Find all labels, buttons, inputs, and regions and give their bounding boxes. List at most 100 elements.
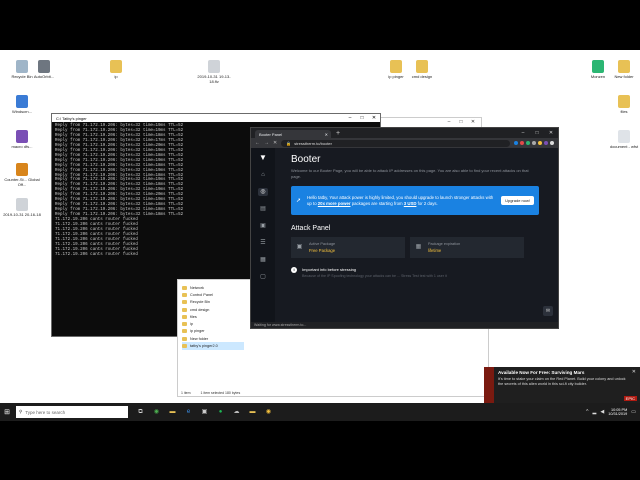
desktop-icon[interactable]: document - wfst xyxy=(604,130,640,149)
chrome-active-icon[interactable]: ◉ xyxy=(262,406,275,418)
desktop-icon[interactable]: 2019-10-31 20-16-18 xyxy=(2,198,42,217)
cmd-titlebar[interactable]: C:\ Tatby's pinger – □ ✕ xyxy=(52,114,380,122)
explorer-nav-list: Network Control Panel Recycle Bin cmd desig… xyxy=(182,284,244,350)
desktop-icon[interactable]: ip xyxy=(96,60,136,79)
notification-toast[interactable]: Available Now For Free: Surviving Mars I… xyxy=(484,367,640,403)
close-icon[interactable]: ✕ xyxy=(368,115,380,121)
explorer-item[interactable]: ip xyxy=(182,320,244,327)
support-icon[interactable]: ▦ xyxy=(258,256,268,264)
maximize-icon[interactable]: □ xyxy=(455,119,467,125)
explorer-item[interactable]: tatby's pinger2.0 xyxy=(182,342,244,350)
desktop-icon[interactable]: AutoOrbit... xyxy=(24,60,64,79)
site-logo-icon[interactable]: ▼ xyxy=(259,154,267,162)
desktop: Recycle Bin AutoOrbit... ip 2019-10-31 19-1… xyxy=(0,50,640,403)
chrome-icon[interactable]: ◉ xyxy=(150,406,163,418)
maximize-icon[interactable]: □ xyxy=(356,115,368,121)
booter-icon[interactable]: ◎ xyxy=(258,188,268,196)
chevron-up-icon[interactable]: ^ xyxy=(586,409,588,415)
page-sidebar: ▼ ⌂ ◎ ▤ ▣ ☰ ▦ ▢ xyxy=(251,148,275,322)
desktop-icon[interactable]: macro dfs... xyxy=(2,130,42,149)
file-icon xyxy=(592,60,604,73)
users-icon[interactable]: ☰ xyxy=(258,239,268,247)
desktop-icon-label: macro dfs... xyxy=(11,144,33,149)
toast-title: Available Now For Free: Surviving Mars xyxy=(498,370,585,375)
close-icon[interactable]: ✕ xyxy=(544,128,558,138)
reload-icon[interactable]: ✕ xyxy=(273,140,277,146)
minimize-icon[interactable]: – xyxy=(443,119,455,125)
package-icon: ▣ xyxy=(296,244,303,250)
notice-text-bold: 20x more power xyxy=(317,200,351,206)
explorer-item-label: tatby's pinger2.0 xyxy=(190,344,218,349)
maximize-icon[interactable]: □ xyxy=(530,128,544,138)
game-thumbnail xyxy=(484,367,494,403)
info-icon: i xyxy=(291,267,297,273)
desktop-icon-label: Counter-St... Global Off... xyxy=(4,177,40,187)
minimize-icon[interactable]: – xyxy=(516,128,530,138)
folder-icon[interactable]: ▬ xyxy=(246,406,259,418)
folder-icon xyxy=(182,322,187,327)
attack-panel-title: Attack Panel xyxy=(291,225,331,232)
spotify-icon[interactable]: ● xyxy=(214,406,227,418)
messages-icon[interactable]: ▢ xyxy=(258,273,268,281)
cart-icon[interactable]: ▤ xyxy=(258,205,268,213)
desktop-icon[interactable]: 2019-10-31 19-13-18.flv xyxy=(194,60,234,84)
file-icon xyxy=(618,60,630,73)
extension-icon[interactable] xyxy=(526,141,530,145)
explorer-icon[interactable]: ▬ xyxy=(166,406,179,418)
explorer-item[interactable]: New folder xyxy=(182,335,244,342)
tab-booter-panel[interactable]: Booter Panel ✕ xyxy=(255,130,331,138)
clock[interactable]: 10:05 PM 10/31/2019 xyxy=(608,408,627,417)
windows-start-icon[interactable]: ⊞ xyxy=(0,408,14,416)
chat-icon[interactable]: ✉ xyxy=(543,306,553,316)
folder-icon xyxy=(182,314,187,319)
explorer-item[interactable]: Recycle Bin xyxy=(182,299,244,306)
notice-text-end: for 2 days. xyxy=(416,200,438,206)
lock-icon: 🔒 xyxy=(286,140,292,146)
extension-icon[interactable] xyxy=(514,141,518,145)
upgrade-now-button[interactable]: Upgrade now! xyxy=(501,196,534,205)
task-view-icon[interactable]: ⧉ xyxy=(134,406,147,418)
explorer-item[interactable]: cmd design xyxy=(182,306,244,313)
history-icon[interactable]: ▣ xyxy=(258,222,268,230)
extension-icon[interactable] xyxy=(532,141,536,145)
explorer-item[interactable]: files xyxy=(182,313,244,320)
menu-icon[interactable] xyxy=(550,141,554,145)
extension-icon[interactable] xyxy=(520,141,524,145)
explorer-item[interactable]: Control Panel xyxy=(182,291,244,298)
new-tab-icon[interactable]: + xyxy=(336,130,340,138)
desktop-icon[interactable]: Windscrn... xyxy=(2,95,42,114)
browser-window[interactable]: Booter Panel ✕ + – □ ✕ ← → ✕ 🔒 stressthe… xyxy=(250,127,559,329)
url-field[interactable]: 🔒 stresstherm.to/booter xyxy=(281,139,510,147)
file-icon xyxy=(390,60,402,73)
desktop-icon[interactable]: cmd design xyxy=(402,60,442,79)
desktop-icon[interactable]: New folder xyxy=(604,60,640,79)
desktop-icon[interactable]: files xyxy=(604,95,640,114)
explorer-item[interactable]: ip pinger xyxy=(182,328,244,335)
extension-icon[interactable] xyxy=(538,141,542,145)
explorer-item[interactable]: Network xyxy=(182,284,244,291)
desktop-icon[interactable]: Counter-St... Global Off... xyxy=(2,163,42,187)
file-icon xyxy=(208,60,220,73)
explorer-item-label: files xyxy=(190,314,197,319)
search-placeholder: Type here to search xyxy=(25,409,66,415)
taskbar-search[interactable]: ⚲ Type here to search xyxy=(16,406,128,418)
notice-text-mid: packages are starting from xyxy=(350,200,404,206)
network-icon[interactable]: ▂ xyxy=(593,409,597,415)
epic-logo: EPIC xyxy=(623,396,637,401)
close-icon[interactable]: ✕ xyxy=(632,369,636,375)
edge-icon[interactable]: e xyxy=(182,406,195,418)
tab-bar: Booter Panel ✕ + – □ ✕ xyxy=(251,128,558,138)
home-icon[interactable]: ⌂ xyxy=(258,171,268,179)
volume-icon[interactable]: ◀ xyxy=(600,409,604,415)
notifications-icon[interactable]: ▭ xyxy=(631,409,636,415)
cloud-icon[interactable]: ☁ xyxy=(230,406,243,418)
status-item-count: 1 item xyxy=(181,391,191,395)
extension-icon[interactable] xyxy=(544,141,548,145)
close-tab-icon[interactable]: ✕ xyxy=(325,132,328,137)
close-icon[interactable]: ✕ xyxy=(467,119,479,125)
back-icon[interactable]: ← xyxy=(255,140,260,146)
page-intro: Welcome to our Booter Page, you will be … xyxy=(291,168,529,179)
minimize-icon[interactable]: – xyxy=(344,115,356,121)
forward-icon[interactable]: → xyxy=(264,140,269,146)
cmd-icon[interactable]: ▣ xyxy=(198,406,211,418)
